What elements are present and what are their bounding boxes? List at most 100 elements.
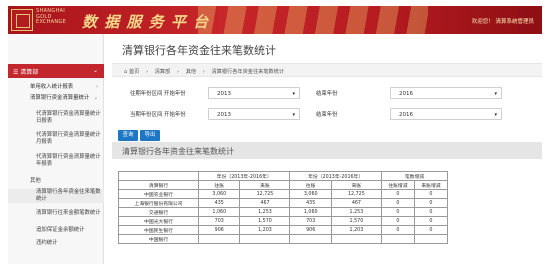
count-cell: 0 [413, 207, 449, 217]
top-header: SHANGHAI GOLD EXCHANGE 数 据 服 务 平 台 欢迎您！ … [8, 6, 542, 34]
count-cell: 3,060 [198, 189, 241, 199]
logo-line: EXCHANGE [36, 19, 67, 26]
cur-end-label: 结束年份 [316, 112, 338, 118]
sidebar-subitem-yearly-count[interactable]: 清算银行各年资金往来笔数统计 [8, 189, 104, 203]
chevron-right-icon: › [96, 84, 98, 90]
bank-cell: 中国光大银行 [117, 216, 200, 226]
sidebar-head-clearing[interactable]: ☰ 清算部 ⌄ [8, 64, 104, 78]
breadcrumb-clearing[interactable]: 清算部 [155, 69, 171, 75]
breadcrumb-sep: › [202, 69, 205, 75]
sidebar-subitem-monthly[interactable]: 代清算银行资金清算量统计月报表 [8, 132, 104, 146]
bank-cell: 中国银行 [117, 234, 200, 244]
count-cell: 0 [413, 198, 449, 208]
col-header-in: 来账 [330, 180, 382, 190]
group-header-prev: 年份（2013年-2016年） [198, 171, 291, 181]
count-cell: 1,060 [198, 207, 241, 217]
group-header-cur: 年份（2013年-2016年） [289, 171, 382, 181]
count-cell: 703 [198, 216, 241, 226]
prev-end-select[interactable]: 2016 ▾ [390, 87, 502, 99]
caret-down-icon: ▾ [292, 91, 295, 97]
count-cell: 1,203 [330, 225, 382, 235]
select-value: 2013 [217, 91, 231, 97]
bank-cell: 中国农业银行 [117, 189, 200, 199]
count-cell: 12,725 [239, 189, 291, 199]
count-cell [413, 234, 449, 244]
count-cell: 0 [380, 198, 415, 208]
query-button[interactable]: 查询 [118, 130, 138, 141]
main-content: 清算银行各年资金往来笔数统计 ⌂ 首页 › 清算部 › 其他 › 清算银行各年资… [112, 34, 542, 264]
col-header-bank: 清算银行 [117, 180, 200, 190]
sidebar-head-label: 清算部 [20, 69, 39, 76]
count-cell: 0 [380, 207, 415, 217]
table-row: 中国银行 [117, 234, 449, 244]
count-cell [239, 234, 291, 244]
count-cell: 467 [239, 198, 291, 208]
table-row: 上海银行股份有限公司 435 467 435 467 0 0 [117, 198, 449, 208]
col-header-in: 来账 [239, 180, 291, 190]
sidebar-subitem-default[interactable]: 违约统计 [8, 240, 104, 247]
prev-start-select[interactable]: 2013 ▾ [208, 87, 300, 99]
breadcrumb-sep: › [176, 69, 180, 75]
sidebar-subitem-other[interactable]: 其他 [8, 178, 104, 185]
gold-bars-banner [198, 6, 428, 34]
sidebar-subitem-margin[interactable]: 追加保证金余额统计 [8, 227, 104, 234]
table-row: 中国民生银行 906 1,203 906 1,203 0 0 [117, 225, 449, 235]
count-cell: 1,060 [289, 207, 332, 217]
welcome-user[interactable]: 欢迎您！ 清算系统管理员 [472, 17, 534, 25]
count-cell: 1,570 [330, 216, 382, 226]
count-cell: 0 [380, 225, 415, 235]
caret-down-icon: ▾ [494, 91, 497, 97]
count-cell: 12,725 [330, 189, 382, 199]
cur-start-select[interactable]: 2013 ▾ [208, 108, 300, 120]
group-header-diff: 笔数增减 [380, 171, 449, 181]
count-cell: 0 [380, 216, 415, 226]
count-cell [380, 234, 415, 244]
table-corner [117, 171, 200, 181]
count-cell: 906 [289, 225, 332, 235]
chevron-down-icon: ⌄ [93, 95, 98, 101]
count-cell: 435 [289, 198, 332, 208]
stats-table: 年份（2013年-2016年） 年份（2013年-2016年） 笔数增减 清算银… [117, 171, 449, 244]
export-button[interactable]: 导出 [140, 130, 160, 141]
sidebar-subitem-amount-count[interactable]: 清算银行往来金额笔数统计 [8, 210, 104, 217]
platform-title: 数 据 服 务 平 台 [82, 13, 210, 31]
sidebar-subitem-daily[interactable]: 代清算银行资金清算量统计日报表 [8, 111, 104, 125]
count-cell: 1,570 [239, 216, 291, 226]
sidebar-item-label: 清算银行资金清算量统计 [30, 95, 90, 101]
sidebar-item-label: 其他 [30, 178, 41, 184]
select-value: 2016 [399, 112, 413, 118]
count-cell: 0 [413, 225, 449, 235]
breadcrumb-home[interactable]: ⌂ 首页 [124, 69, 139, 75]
col-header-out: 往账 [198, 180, 241, 190]
table-row: 交通银行 1,060 1,253 1,060 1,253 0 0 [117, 207, 449, 217]
count-cell: 703 [289, 216, 332, 226]
count-cell [198, 234, 241, 244]
col-header-in-diff: 来账增减 [413, 180, 449, 190]
count-cell: 467 [330, 198, 382, 208]
chevron-down-icon: ⌄ [92, 67, 98, 74]
sidebar-item-label: 单用收入统计报表 [30, 84, 74, 90]
bank-cell: 中国民生银行 [117, 225, 200, 235]
table-row: 中国光大银行 703 1,570 703 1,570 0 0 [117, 216, 449, 226]
sidebar-item-income[interactable]: 单用收入统计报表 › [8, 84, 104, 91]
count-cell: 1,253 [239, 207, 291, 217]
sidebar-item-volume[interactable]: 清算银行资金清算量统计 ⌄ [8, 95, 104, 102]
prev-end-label: 结束年份 [316, 91, 338, 97]
col-header-out: 往账 [289, 180, 332, 190]
count-cell: 0 [380, 189, 415, 199]
prev-range-label: 往期年份区间 开始年份 [130, 91, 186, 97]
section-title: 清算银行各年资金往来笔数统计 [112, 142, 542, 159]
cur-end-select[interactable]: 2016 ▾ [390, 108, 502, 120]
count-cell: 1,203 [239, 225, 291, 235]
count-cell [330, 234, 382, 244]
logo-text: SHANGHAI GOLD EXCHANGE [36, 8, 67, 26]
sge-logo-icon [11, 9, 33, 31]
bank-cell: 交通银行 [117, 207, 200, 217]
breadcrumb: ⌂ 首页 › 清算部 › 其他 › 清算银行各年资金往来笔数统计 [112, 63, 542, 77]
select-value: 2016 [399, 91, 413, 97]
count-cell: 0 [413, 189, 449, 199]
sidebar-subitem-yearly[interactable]: 代清算银行资金清算量统计年报表 [8, 154, 104, 168]
count-cell: 435 [198, 198, 241, 208]
breadcrumb-current: 清算银行各年资金往来笔数统计 [211, 69, 285, 75]
breadcrumb-other[interactable]: 其他 [186, 69, 196, 75]
